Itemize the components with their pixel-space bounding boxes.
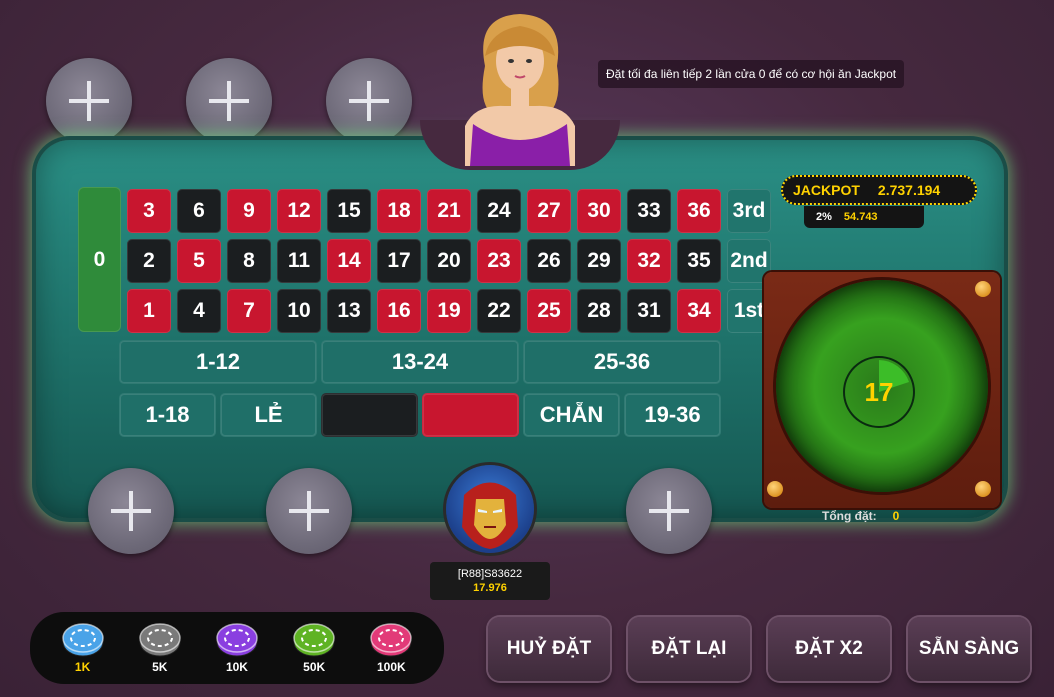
chip-1K[interactable]: 1K <box>61 622 105 674</box>
jackpot-value: 2.737.194 <box>877 182 941 198</box>
bet-number[interactable]: 29 <box>577 239 621 283</box>
total-bet-label: Tổng đặt: <box>822 509 877 523</box>
plus-icon <box>349 81 389 121</box>
jackpot-label: JACKPOT <box>793 182 860 198</box>
bet-number[interactable]: 31 <box>627 289 671 333</box>
empty-seat-bottom-3[interactable] <box>626 468 712 554</box>
empty-seat-top-2[interactable] <box>186 58 272 144</box>
bet-number[interactable]: 33 <box>627 189 671 233</box>
bet-number[interactable]: 22 <box>477 289 521 333</box>
bet-dozen-2[interactable]: 13-24 <box>321 340 519 384</box>
bet-number[interactable]: 11 <box>277 239 321 283</box>
chip-icon <box>61 623 104 657</box>
bet-column-3rd[interactable]: 3rd <box>727 189 771 233</box>
bet-number[interactable]: 26 <box>527 239 571 283</box>
cancel-bet-button[interactable]: HUỶ ĐẶT <box>488 617 610 681</box>
bet-number[interactable]: 24 <box>477 189 521 233</box>
bet-number[interactable]: 20 <box>427 239 471 283</box>
bet-number[interactable]: 2 <box>127 239 171 283</box>
bet-number[interactable]: 19 <box>427 289 471 333</box>
chip-50K[interactable]: 50K <box>292 622 336 674</box>
empty-seat-bottom-2[interactable] <box>266 468 352 554</box>
bet-dozen-1[interactable]: 1-12 <box>119 340 317 384</box>
bet-even[interactable]: CHẴN <box>523 393 620 437</box>
bet-number[interactable]: 6 <box>177 189 221 233</box>
bet-number[interactable]: 9 <box>227 189 271 233</box>
plus-icon <box>209 81 249 121</box>
double-bet-button[interactable]: ĐẶT X2 <box>768 617 890 681</box>
bet-number[interactable]: 32 <box>627 239 671 283</box>
ironman-icon <box>462 482 518 549</box>
plus-icon <box>289 491 329 531</box>
total-bet-value: 0 <box>892 509 900 523</box>
bet-number[interactable]: 27 <box>527 189 571 233</box>
chip-icon <box>216 623 258 657</box>
bolt-icon <box>767 481 783 497</box>
bolt-icon <box>975 481 991 497</box>
player-card: [R88]S83622 17.976 <box>430 562 550 600</box>
bet-number[interactable]: 3 <box>127 189 171 233</box>
chip-5K[interactable]: 5K <box>138 622 182 674</box>
chip-icon <box>139 623 181 657</box>
bolt-icon <box>975 281 991 297</box>
bet-19-36[interactable]: 19-36 <box>624 393 721 437</box>
bet-number[interactable]: 1 <box>127 289 171 333</box>
chip-label: 100K <box>377 660 406 674</box>
bet-odd[interactable]: LẺ <box>220 393 317 437</box>
jackpot-percent: 2% <box>816 211 832 223</box>
bet-black[interactable] <box>321 393 418 437</box>
bet-number[interactable]: 35 <box>677 239 721 283</box>
rebet-button[interactable]: ĐẶT LẠI <box>628 617 750 681</box>
jackpot-sub: 2% 54.743 <box>804 206 924 228</box>
bet-zero[interactable]: 0 <box>78 187 121 332</box>
player-avatar[interactable] <box>446 465 534 553</box>
bet-1-18[interactable]: 1-18 <box>119 393 216 437</box>
chip-label: 10K <box>225 660 248 674</box>
bet-number[interactable]: 10 <box>277 289 321 333</box>
bet-number[interactable]: 28 <box>577 289 621 333</box>
jackpot-amount: 54.743 <box>843 211 878 223</box>
dealer-avatar <box>465 14 575 166</box>
bet-number[interactable]: 18 <box>377 189 421 233</box>
total-bet: Tổng đặt: 0 <box>822 509 899 523</box>
plus-icon <box>69 81 109 121</box>
jackpot-tip: Đặt tối đa liên tiếp 2 lần cửa 0 để có c… <box>598 60 905 88</box>
bet-number[interactable]: 30 <box>577 189 621 233</box>
empty-seat-bottom-1[interactable] <box>88 468 174 554</box>
bet-number[interactable]: 15 <box>327 189 371 233</box>
chip-10K[interactable]: 10K <box>215 622 259 674</box>
bet-number[interactable]: 16 <box>377 289 421 333</box>
ready-button[interactable]: SẴN SÀNG <box>908 617 1030 681</box>
bet-red[interactable] <box>422 393 519 437</box>
plus-icon <box>649 491 689 531</box>
bet-number[interactable]: 8 <box>227 239 271 283</box>
empty-seat-top-1[interactable] <box>46 58 132 144</box>
bet-number[interactable]: 13 <box>327 289 371 333</box>
bet-dozen-3[interactable]: 25-36 <box>523 340 721 384</box>
countdown-timer: 17 <box>845 358 913 426</box>
bet-number[interactable]: 5 <box>177 239 221 283</box>
chip-icon <box>370 623 413 657</box>
chip-icon <box>293 623 335 657</box>
chip-label: 5K <box>152 660 168 674</box>
chip-label: 1K <box>74 660 91 674</box>
bet-number[interactable]: 14 <box>327 239 371 283</box>
bet-number[interactable]: 25 <box>527 289 571 333</box>
bet-number[interactable]: 21 <box>427 189 471 233</box>
chip-100K[interactable]: 100K <box>369 622 413 674</box>
plus-icon <box>111 491 151 531</box>
chip-label: 50K <box>303 660 326 674</box>
jackpot-banner: JACKPOT 2.737.194 <box>781 175 977 205</box>
bet-number[interactable]: 17 <box>377 239 421 283</box>
bet-number[interactable]: 12 <box>277 189 321 233</box>
empty-seat-top-3[interactable] <box>326 58 412 144</box>
bet-number[interactable]: 23 <box>477 239 521 283</box>
bet-number[interactable]: 7 <box>227 289 271 333</box>
player-balance: 17.976 <box>473 582 507 594</box>
bet-number[interactable]: 34 <box>677 289 721 333</box>
bet-number[interactable]: 36 <box>677 189 721 233</box>
chip-tray: 1K 5K 10K 50K 100K <box>30 612 444 684</box>
bet-number[interactable]: 4 <box>177 289 221 333</box>
player-name: [R88]S83622 <box>457 568 523 580</box>
